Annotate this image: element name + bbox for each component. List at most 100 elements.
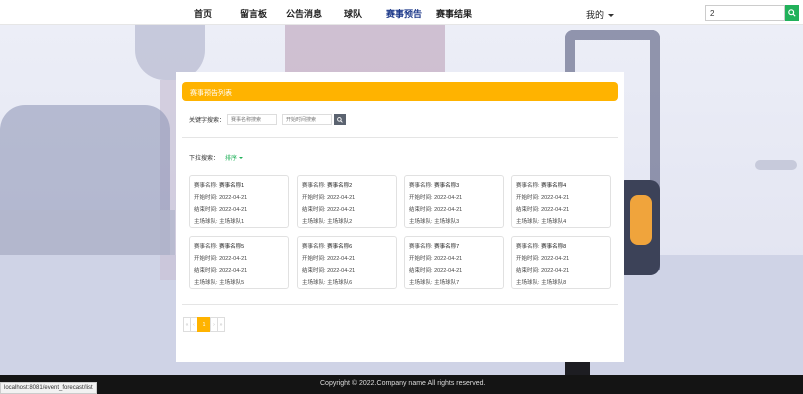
home-team-value: 主场球队6	[327, 280, 353, 286]
nav-item-event-forecast[interactable]: 赛事预告	[386, 7, 422, 20]
event-card[interactable]: 赛事名称: 赛事名称2 开始时间: 2022-04-21 结束时间: 2022-04…	[297, 175, 397, 228]
event-end-time-value: 2022-04-21	[541, 268, 570, 274]
search-icon	[788, 9, 796, 17]
home-team-value: 主场球队3	[434, 219, 460, 225]
event-end-time-value: 2022-04-21	[434, 207, 463, 213]
event-name-value: 赛事名称3	[434, 183, 460, 189]
search-button[interactable]	[785, 5, 799, 21]
airplane	[755, 160, 797, 170]
event-end-time-row: 结束时间: 2022-04-21	[194, 204, 284, 216]
event-end-time-value: 2022-04-21	[541, 207, 570, 213]
home-team-row: 主场球队: 主场球队3	[409, 216, 499, 228]
home-team-value: 主场球队7	[434, 280, 460, 286]
event-forecast-panel: 赛事预告列表 关键字搜索： 下拉搜索： 排序 赛事名称: 赛事名称1 开始时间: …	[176, 72, 624, 362]
footer: Copyright © 2022.Company name All rights…	[0, 375, 803, 394]
event-start-time-label: 开始时间:	[516, 256, 540, 262]
event-name-value: 赛事名称6	[327, 244, 353, 250]
home-team-row: 主场球队: 主场球队5	[194, 277, 284, 289]
user-menu-label: 我的	[586, 10, 605, 20]
home-team-label: 主场球队:	[516, 219, 540, 225]
event-start-time-value: 2022-04-21	[434, 195, 463, 201]
keyword-search-label: 关键字搜索：	[189, 118, 226, 124]
traveler-legs	[565, 360, 590, 375]
pagination: « ‹ 1 › »	[183, 317, 225, 332]
divider	[182, 304, 618, 305]
event-end-time-row: 结束时间: 2022-04-21	[409, 204, 499, 216]
nav-item-home[interactable]: 首页	[194, 7, 212, 20]
event-end-time-value: 2022-04-21	[434, 268, 463, 274]
event-card[interactable]: 赛事名称: 赛事名称4 开始时间: 2022-04-21 结束时间: 2022-04…	[511, 175, 611, 228]
search-input[interactable]	[705, 5, 785, 21]
event-start-time-value: 2022-04-21	[219, 195, 248, 201]
nav-item-message-board[interactable]: 留言板	[240, 7, 267, 20]
event-end-time-label: 结束时间:	[302, 268, 326, 274]
event-end-time-label: 结束时间:	[302, 207, 326, 213]
event-name-label: 赛事名称:	[302, 183, 326, 189]
traveler-arm	[630, 195, 652, 245]
home-team-label: 主场球队:	[194, 219, 218, 225]
event-start-time-row: 开始时间: 2022-04-21	[194, 192, 284, 204]
event-name-label: 赛事名称:	[409, 244, 433, 250]
home-team-row: 主场球队: 主场球队2	[302, 216, 392, 228]
home-team-value: 主场球队8	[541, 280, 567, 286]
event-end-time-value: 2022-04-21	[327, 207, 356, 213]
event-card[interactable]: 赛事名称: 赛事名称7 开始时间: 2022-04-21 结束时间: 2022-04…	[404, 236, 504, 289]
home-team-value: 主场球队4	[541, 219, 567, 225]
event-name-value: 赛事名称8	[541, 244, 567, 250]
page-last-button[interactable]: »	[217, 317, 225, 332]
event-name-value: 赛事名称4	[541, 183, 567, 189]
event-card[interactable]: 赛事名称: 赛事名称5 开始时间: 2022-04-21 结束时间: 2022-04…	[189, 236, 289, 289]
event-end-time-row: 结束时间: 2022-04-21	[302, 204, 392, 216]
departure-board	[285, 25, 445, 75]
panel-title: 赛事预告列表	[182, 82, 618, 101]
search-icon	[337, 116, 343, 123]
home-team-row: 主场球队: 主场球队8	[516, 277, 606, 289]
event-start-time-row: 开始时间: 2022-04-21	[302, 192, 392, 204]
event-start-time-label: 开始时间:	[302, 256, 326, 262]
event-name-row: 赛事名称: 赛事名称3	[409, 180, 499, 192]
event-start-time-value: 2022-04-21	[219, 256, 248, 262]
event-end-time-row: 结束时间: 2022-04-21	[409, 265, 499, 277]
event-name-value: 赛事名称2	[327, 183, 353, 189]
status-bar-url: localhost:8081/event_forecast/list	[0, 382, 97, 394]
event-name-row: 赛事名称: 赛事名称7	[409, 241, 499, 253]
page-current-button[interactable]: 1	[197, 317, 211, 332]
nav-item-announcements[interactable]: 公告消息	[286, 7, 322, 20]
event-start-time-label: 开始时间:	[409, 256, 433, 262]
keyword-search-button[interactable]	[334, 114, 346, 125]
event-card[interactable]: 赛事名称: 赛事名称1 开始时间: 2022-04-21 结束时间: 2022-04…	[189, 175, 289, 228]
event-name-value: 赛事名称5	[219, 244, 245, 250]
home-team-label: 主场球队:	[516, 280, 540, 286]
event-card[interactable]: 赛事名称: 赛事名称6 开始时间: 2022-04-21 结束时间: 2022-04…	[297, 236, 397, 289]
event-start-time-row: 开始时间: 2022-04-21	[409, 192, 499, 204]
start-time-search-input[interactable]	[282, 114, 332, 125]
event-start-time-label: 开始时间:	[409, 195, 433, 201]
event-start-time-row: 开始时间: 2022-04-21	[516, 192, 606, 204]
event-start-time-value: 2022-04-21	[327, 256, 356, 262]
event-end-time-label: 结束时间:	[516, 207, 540, 213]
event-card[interactable]: 赛事名称: 赛事名称8 开始时间: 2022-04-21 结束时间: 2022-04…	[511, 236, 611, 289]
event-start-time-row: 开始时间: 2022-04-21	[409, 253, 499, 265]
user-menu[interactable]: 我的	[586, 8, 615, 21]
event-end-time-value: 2022-04-21	[327, 268, 356, 274]
event-start-time-value: 2022-04-21	[541, 256, 570, 262]
event-name-label: 赛事名称:	[194, 244, 218, 250]
event-end-time-value: 2022-04-21	[219, 207, 248, 213]
nav-item-event-results[interactable]: 赛事结果	[436, 7, 472, 20]
event-name-search-input[interactable]	[227, 114, 277, 125]
home-team-label: 主场球队:	[409, 219, 433, 225]
sort-dropdown[interactable]: 排序	[225, 153, 244, 162]
event-name-label: 赛事名称:	[516, 244, 540, 250]
event-start-time-label: 开始时间:	[194, 256, 218, 262]
event-end-time-row: 结束时间: 2022-04-21	[516, 204, 606, 216]
event-card[interactable]: 赛事名称: 赛事名称3 开始时间: 2022-04-21 结束时间: 2022-04…	[404, 175, 504, 228]
event-start-time-row: 开始时间: 2022-04-21	[302, 253, 392, 265]
nav-item-teams[interactable]: 球队	[344, 7, 362, 20]
home-team-value: 主场球队1	[219, 219, 245, 225]
event-name-value: 赛事名称1	[219, 183, 245, 189]
event-end-time-label: 结束时间:	[194, 207, 218, 213]
home-team-value: 主场球队5	[219, 280, 245, 286]
event-end-time-row: 结束时间: 2022-04-21	[516, 265, 606, 277]
event-end-time-row: 结束时间: 2022-04-21	[302, 265, 392, 277]
dropdown-search-label: 下拉搜索：	[189, 156, 220, 162]
